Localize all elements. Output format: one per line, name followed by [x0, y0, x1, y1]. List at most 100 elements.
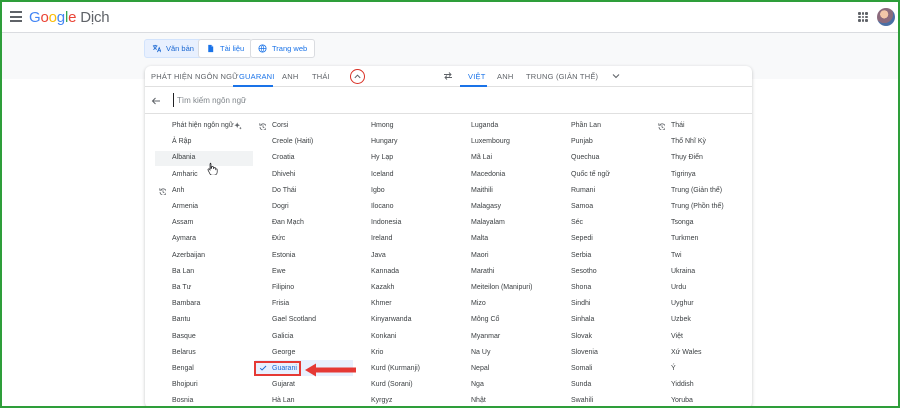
language-option[interactable]: Sepedi: [571, 232, 593, 246]
language-option[interactable]: Slovenia: [571, 346, 598, 360]
language-option[interactable]: Shona: [571, 281, 591, 295]
chevron-down-icon[interactable]: [611, 71, 621, 81]
language-option[interactable]: Filipino: [272, 281, 294, 295]
swap-languages-icon[interactable]: [443, 71, 453, 81]
language-option[interactable]: Thái: [671, 119, 685, 133]
language-option[interactable]: Marathi: [471, 265, 494, 279]
language-option[interactable]: George: [272, 346, 295, 360]
language-option[interactable]: Amharic: [172, 168, 198, 182]
back-arrow-icon[interactable]: [151, 96, 161, 106]
language-option[interactable]: Nepal: [471, 362, 489, 376]
language-search-input[interactable]: [173, 93, 733, 107]
language-option[interactable]: Ukraina: [671, 265, 695, 279]
google-translate-logo[interactable]: Google Dịch: [29, 9, 110, 26]
language-option[interactable]: Phần Lan: [571, 119, 601, 133]
language-option[interactable]: Hungary: [371, 135, 397, 149]
language-option[interactable]: Đan Mạch: [272, 216, 304, 230]
language-option[interactable]: Kazakh: [371, 281, 394, 295]
language-option[interactable]: Ả Rập: [172, 135, 191, 149]
language-option[interactable]: Ý: [671, 362, 676, 376]
language-option[interactable]: Urdu: [671, 281, 686, 295]
language-option[interactable]: Croatia: [272, 151, 295, 165]
language-option[interactable]: Hy Lạp: [371, 151, 393, 165]
language-option[interactable]: Indonesia: [371, 216, 401, 230]
language-option[interactable]: Xứ Wales: [671, 346, 702, 360]
language-option[interactable]: Nga: [471, 378, 484, 392]
language-option[interactable]: Macedonia: [471, 168, 505, 182]
language-option[interactable]: Do Thái: [272, 184, 296, 198]
language-option[interactable]: Konkani: [371, 330, 396, 344]
language-option[interactable]: Meiteilon (Manipuri): [471, 281, 532, 295]
language-option[interactable]: Sunda: [571, 378, 591, 392]
language-option[interactable]: Aymara: [172, 232, 196, 246]
language-option[interactable]: Maori: [471, 249, 489, 263]
language-option[interactable]: Basque: [172, 330, 196, 344]
user-avatar[interactable]: [877, 8, 895, 26]
language-option[interactable]: Somali: [571, 362, 592, 376]
language-option[interactable]: Belarus: [172, 346, 196, 360]
language-option[interactable]: Estonia: [272, 249, 295, 263]
tab-source-thai[interactable]: THÁI: [312, 72, 330, 81]
language-option[interactable]: Corsi: [272, 119, 288, 133]
language-option[interactable]: Albania: [172, 151, 195, 165]
language-option[interactable]: Bantu: [172, 313, 190, 327]
language-option[interactable]: Gael Scotland: [272, 313, 316, 327]
language-option[interactable]: Dhivehi: [272, 168, 295, 182]
language-option[interactable]: Na Uy: [471, 346, 490, 360]
language-option[interactable]: Kyrgyz: [371, 394, 392, 408]
language-option[interactable]: Ilocano: [371, 200, 394, 214]
language-option[interactable]: Kinyarwanda: [371, 313, 411, 327]
language-option[interactable]: Creole (Haiti): [272, 135, 313, 149]
language-option[interactable]: Tigrinya: [671, 168, 696, 182]
language-option[interactable]: Yoruba: [671, 394, 693, 408]
language-option[interactable]: Kurd (Kurmanji): [371, 362, 420, 376]
language-option[interactable]: Swahili: [571, 394, 593, 408]
language-option[interactable]: Sinhala: [571, 313, 594, 327]
language-option[interactable]: Frisia: [272, 297, 289, 311]
language-option[interactable]: Luganda: [471, 119, 498, 133]
language-option[interactable]: Myanmar: [471, 330, 500, 344]
language-option[interactable]: Bengal: [172, 362, 194, 376]
language-option[interactable]: Phát hiện ngôn ngữ: [172, 119, 234, 133]
language-option[interactable]: Iceland: [371, 168, 394, 182]
collapse-source-list-button[interactable]: [350, 69, 365, 84]
language-option[interactable]: Nhật: [471, 394, 486, 408]
language-option[interactable]: Galicia: [272, 330, 293, 344]
language-option[interactable]: Việt: [671, 330, 683, 344]
language-option[interactable]: Quechua: [571, 151, 599, 165]
tab-detect-language[interactable]: PHÁT HIỆN NGÔN NGỮ: [151, 72, 239, 81]
language-option[interactable]: Armenia: [172, 200, 198, 214]
tab-source-english[interactable]: ANH: [282, 72, 298, 81]
language-option[interactable]: Ewe: [272, 265, 286, 279]
tab-target-chinese-simplified[interactable]: TRUNG (GIẢN THỂ): [526, 72, 598, 81]
mode-website-button[interactable]: Trang web: [250, 39, 316, 58]
language-option[interactable]: Hà Lan: [272, 394, 295, 408]
tab-target-english[interactable]: ANH: [497, 72, 513, 81]
language-option[interactable]: Luxembourg: [471, 135, 510, 149]
language-option[interactable]: Kurd (Sorani): [371, 378, 413, 392]
language-option[interactable]: Azerbaijan: [172, 249, 205, 263]
language-option[interactable]: Serbia: [571, 249, 591, 263]
language-option[interactable]: Ba Lan: [172, 265, 194, 279]
language-option[interactable]: Ba Tư: [172, 281, 191, 295]
tab-source-guarani[interactable]: GUARANI: [239, 72, 275, 81]
language-option[interactable]: Gujarat: [272, 378, 295, 392]
language-option[interactable]: Igbo: [371, 184, 385, 198]
language-option[interactable]: Maithili: [471, 184, 493, 198]
language-option[interactable]: Anh: [172, 184, 184, 198]
language-option[interactable]: Yiddish: [671, 378, 694, 392]
language-option[interactable]: Turkmen: [671, 232, 698, 246]
language-option[interactable]: Thổ Nhĩ Kỳ: [671, 135, 706, 149]
language-option[interactable]: Khmer: [371, 297, 392, 311]
language-option[interactable]: Ireland: [371, 232, 392, 246]
language-option[interactable]: Kannada: [371, 265, 399, 279]
mode-document-button[interactable]: Tài liệu: [198, 39, 253, 58]
tab-target-vietnamese[interactable]: VIỆT: [468, 72, 485, 81]
language-option[interactable]: Slovak: [571, 330, 592, 344]
language-option[interactable]: Malagasy: [471, 200, 501, 214]
language-option[interactable]: Krio: [371, 346, 383, 360]
language-option[interactable]: Java: [371, 249, 386, 263]
language-option[interactable]: Assam: [172, 216, 193, 230]
language-option[interactable]: Sindhi: [571, 297, 590, 311]
language-option[interactable]: Đức: [272, 232, 285, 246]
